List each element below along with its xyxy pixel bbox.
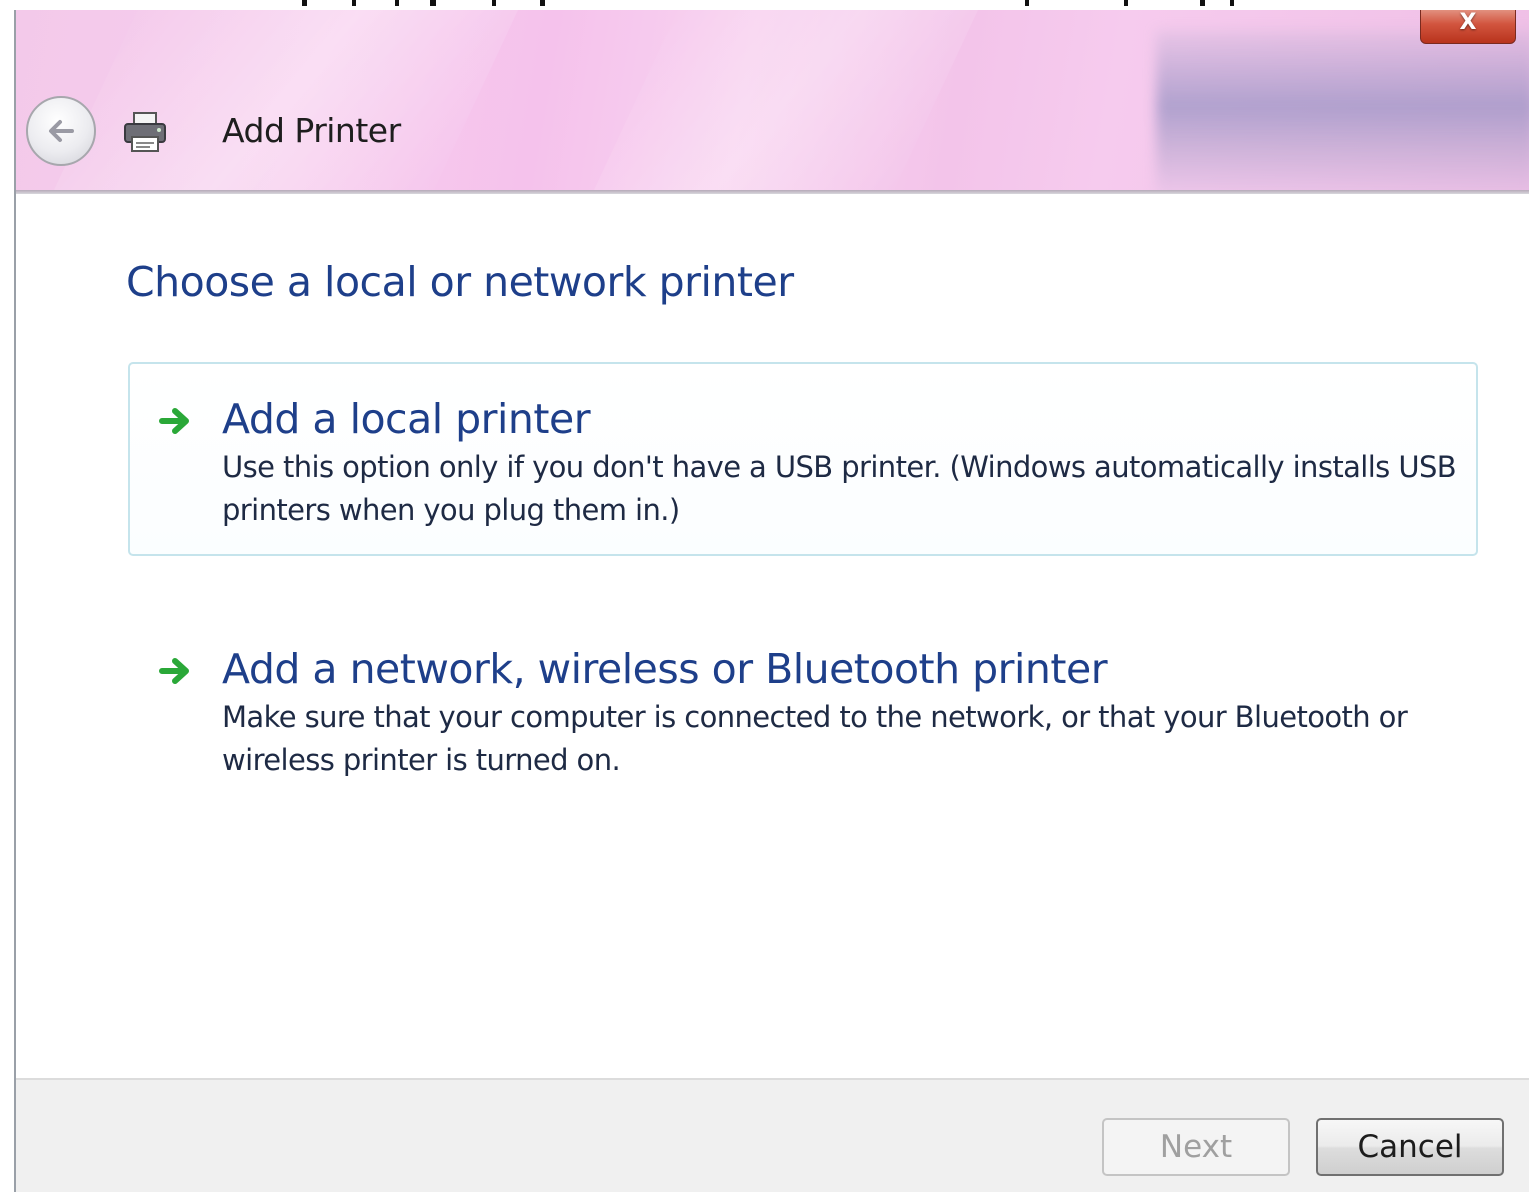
back-button[interactable]: [26, 96, 96, 166]
cropped-text-remnant: [0, 0, 1529, 10]
back-arrow-icon: [49, 120, 74, 142]
add-printer-window: X Add Printer Choose a local or network …: [14, 10, 1529, 1192]
add-local-printer-option[interactable]: Add a local printer Use this option only…: [128, 362, 1478, 556]
titlebar-sheen: [575, 10, 997, 190]
page-heading: Choose a local or network printer: [126, 258, 794, 306]
screenshot: X Add Printer Choose a local or network …: [0, 0, 1529, 1192]
option-title: Add a local printer: [222, 395, 591, 443]
add-network-printer-option[interactable]: Add a network, wireless or Bluetooth pri…: [128, 612, 1478, 806]
title-bar: X Add Printer: [16, 10, 1529, 190]
option-title: Add a network, wireless or Bluetooth pri…: [222, 645, 1108, 693]
titlebar-background-blur: [1156, 30, 1529, 190]
titlebar-sheen: [35, 10, 537, 190]
printer-icon: [124, 112, 166, 152]
option-description: Make sure that your computer is connecte…: [222, 700, 1408, 777]
green-arrow-icon: [159, 408, 189, 434]
window-title: Add Printer: [222, 111, 401, 150]
option-description: Use this option only if you don't have a…: [222, 450, 1457, 527]
green-arrow-icon: [159, 658, 189, 684]
titlebar-divider: [16, 190, 1529, 194]
dialog-footer: Next Cancel: [16, 1078, 1529, 1192]
next-button[interactable]: Next: [1102, 1118, 1290, 1176]
close-icon: X: [1459, 10, 1477, 35]
cancel-button[interactable]: Cancel: [1316, 1118, 1504, 1176]
close-button[interactable]: X: [1420, 10, 1516, 44]
